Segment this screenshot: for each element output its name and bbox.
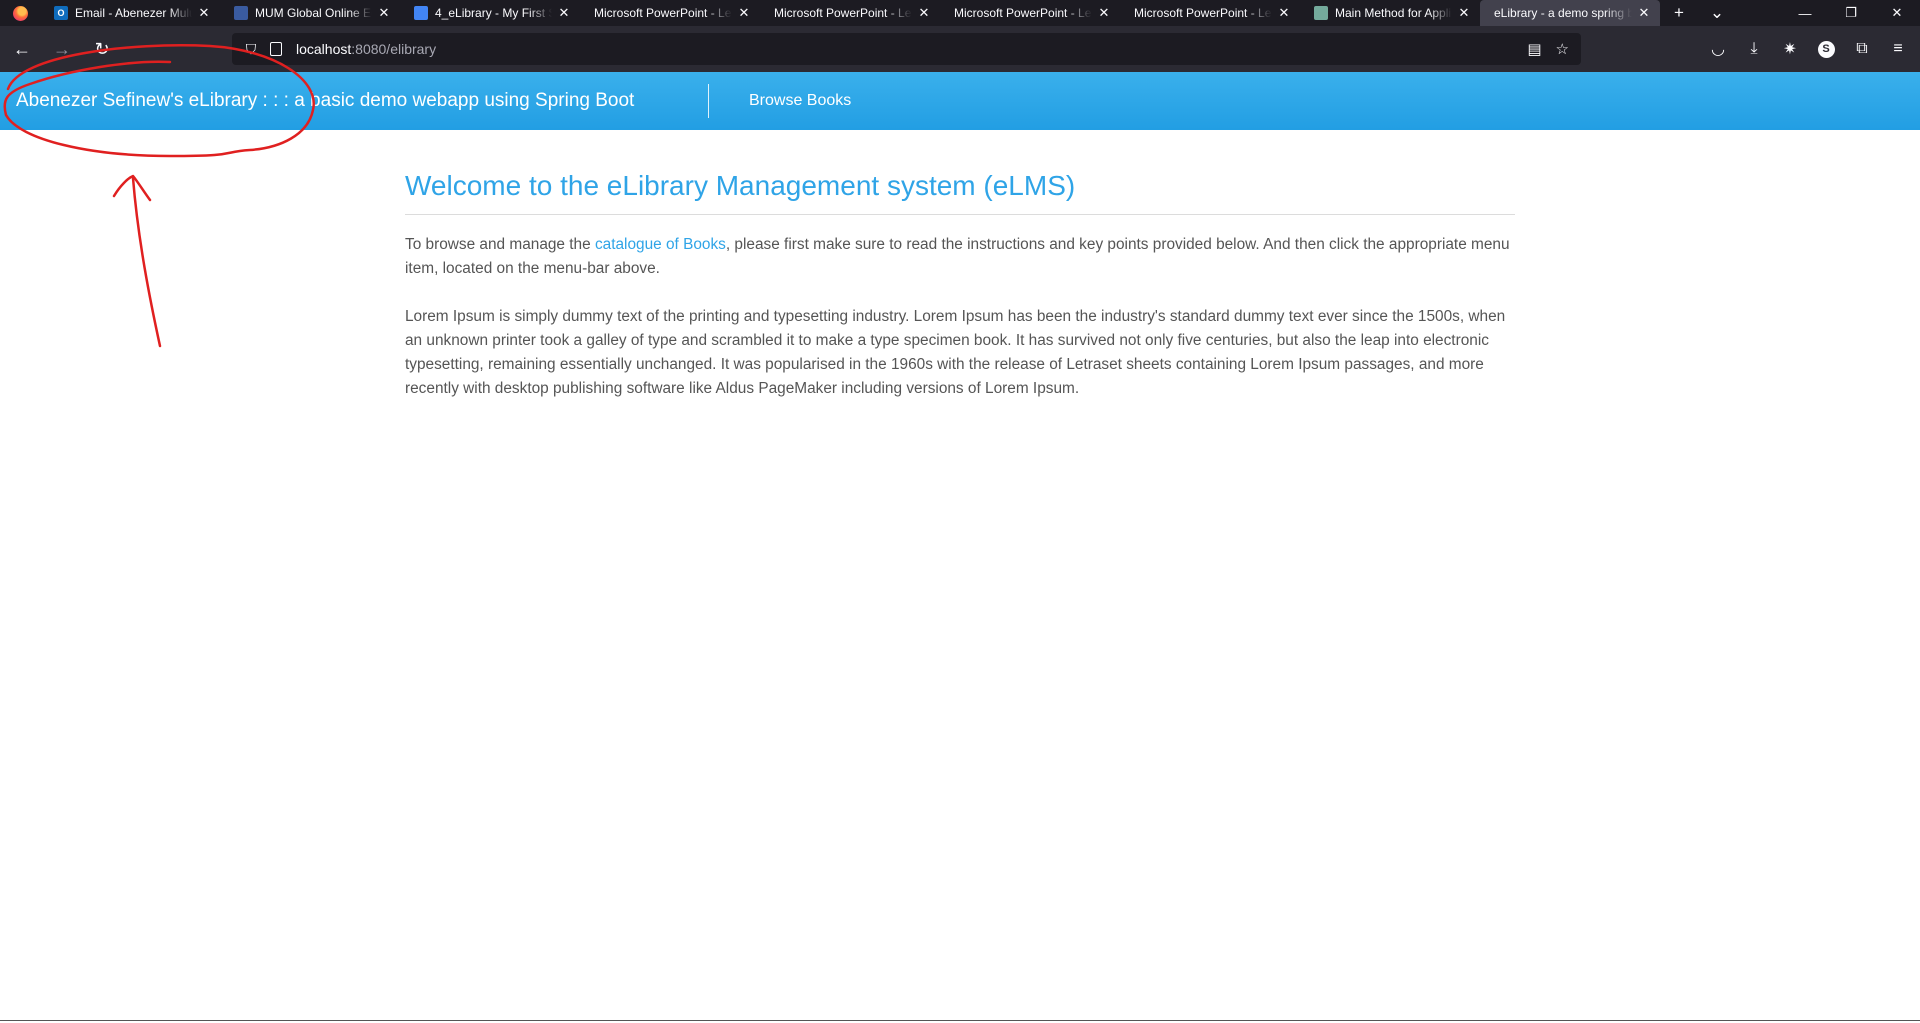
- browser-tab[interactable]: O Email - Abenezer Mulugeta ✕: [40, 0, 220, 26]
- close-window-icon[interactable]: ✕: [1874, 0, 1920, 26]
- bookmark-star-icon[interactable]: ☆: [1556, 40, 1569, 58]
- page-info-icon[interactable]: [270, 42, 282, 56]
- tab-title: MUM Global Online Education: [255, 6, 372, 20]
- tab-close-icon[interactable]: ✕: [376, 5, 392, 21]
- back-icon[interactable]: ←: [4, 33, 40, 65]
- annotation-arrow-shaft: [131, 176, 162, 348]
- browser-tab[interactable]: MUM Global Online Education ✕: [220, 0, 400, 26]
- site-header: Abenezer Sefinew's eLibrary : : : a basi…: [0, 72, 1920, 130]
- catalogue-link[interactable]: catalogue of Books: [595, 236, 726, 253]
- restore-icon[interactable]: ❐: [1828, 0, 1874, 26]
- tab-favicon-icon: [414, 6, 428, 20]
- tab-close-icon[interactable]: ✕: [1276, 5, 1292, 21]
- tab-title: Email - Abenezer Mulugeta: [75, 6, 192, 20]
- intro-text-before: To browse and manage the: [405, 236, 595, 253]
- site-brand[interactable]: Abenezer Sefinew's eLibrary : : : a basi…: [16, 90, 634, 112]
- tab-favicon-icon: [1314, 6, 1328, 20]
- tab-close-icon[interactable]: ✕: [556, 5, 572, 21]
- tab-title: Microsoft PowerPoint - Lesson: [774, 6, 912, 20]
- tracking-protection-shield-icon[interactable]: ⛉: [242, 41, 260, 58]
- tab-title: Main Method for Application: [1335, 6, 1452, 20]
- tab-title: 4_eLibrary - My First Spring: [435, 6, 552, 20]
- list-all-tabs-icon[interactable]: ⌄: [1698, 3, 1736, 23]
- tab-title: Microsoft PowerPoint - Lesson: [594, 6, 732, 20]
- minimize-icon[interactable]: —: [1782, 0, 1828, 26]
- url-host: localhost: [296, 41, 352, 57]
- nav-browse-books-link[interactable]: Browse Books: [749, 92, 851, 110]
- page-title: Welcome to the eLibrary Management syste…: [405, 170, 1515, 215]
- new-tab-icon[interactable]: +: [1660, 3, 1698, 23]
- address-bar[interactable]: ⛉ localhost:8080/elibrary ▤ ☆: [232, 33, 1581, 65]
- extensions-puzzle-icon[interactable]: ⧉: [1846, 33, 1878, 65]
- tab-close-icon[interactable]: ✕: [916, 5, 932, 21]
- account-icon[interactable]: S: [1810, 33, 1842, 65]
- reader-view-icon[interactable]: ▤: [1527, 40, 1541, 58]
- downloads-icon[interactable]: ⤓: [1738, 33, 1770, 65]
- tab-close-icon[interactable]: ✕: [1456, 5, 1472, 21]
- nav-divider: [708, 84, 709, 118]
- extension-gear-icon[interactable]: ✷: [1774, 33, 1806, 65]
- profile-avatar: S: [1817, 40, 1835, 58]
- pocket-icon[interactable]: ◡: [1702, 33, 1734, 65]
- tab-title: Microsoft PowerPoint - Lesson: [954, 6, 1092, 20]
- url-text[interactable]: localhost:8080/elibrary: [296, 41, 436, 57]
- tab-strip: OEmail - Abenezer Mulugeta✕MUM Global On…: [40, 0, 1660, 26]
- browser-tab[interactable]: Microsoft PowerPoint - Lesson ✕: [580, 0, 760, 26]
- hamburger-menu-icon[interactable]: ≡: [1882, 33, 1914, 65]
- browser-tab-bar: OEmail - Abenezer Mulugeta✕MUM Global On…: [0, 0, 1920, 26]
- lorem-paragraph: Lorem Ipsum is simply dummy text of the …: [405, 308, 1506, 397]
- browser-tab[interactable]: Microsoft PowerPoint - Lesson ✕: [760, 0, 940, 26]
- tab-close-icon[interactable]: ✕: [736, 5, 752, 21]
- forward-icon[interactable]: →: [44, 33, 80, 65]
- tab-close-icon[interactable]: ✕: [1096, 5, 1112, 21]
- tab-title: eLibrary - a demo spring boot: [1494, 6, 1632, 20]
- tab-close-icon[interactable]: ✕: [196, 5, 212, 21]
- tab-favicon-icon: [234, 6, 248, 20]
- reload-icon[interactable]: ↻: [84, 33, 120, 65]
- intro-paragraph: To browse and manage the catalogue of Bo…: [405, 233, 1515, 281]
- browser-toolbar: ← → ↻ ⛉ localhost:8080/elibrary ▤ ☆ ◡ ⤓ …: [0, 26, 1920, 72]
- browser-tab[interactable]: eLibrary - a demo spring boot ✕: [1480, 0, 1660, 26]
- tab-title: Microsoft PowerPoint - Lesson: [1134, 6, 1272, 20]
- browser-tab[interactable]: Main Method for Application ✕: [1300, 0, 1480, 26]
- main-content: Welcome to the eLibrary Management syste…: [405, 170, 1515, 401]
- status-divider: [0, 1020, 1920, 1021]
- browser-tab[interactable]: Microsoft PowerPoint - Lesson ✕: [940, 0, 1120, 26]
- tab-favicon-icon: O: [54, 6, 68, 20]
- firefox-menu-icon[interactable]: [0, 0, 40, 26]
- red-circle-annotation: [3, 44, 315, 348]
- url-path: :8080/elibrary: [351, 41, 437, 57]
- tab-close-icon[interactable]: ✕: [1636, 5, 1652, 21]
- browser-tab[interactable]: Microsoft PowerPoint - Lesson ✕: [1120, 0, 1300, 26]
- annotation-arrow-head: [112, 174, 152, 202]
- browser-tab[interactable]: 4_eLibrary - My First Spring ✕: [400, 0, 580, 26]
